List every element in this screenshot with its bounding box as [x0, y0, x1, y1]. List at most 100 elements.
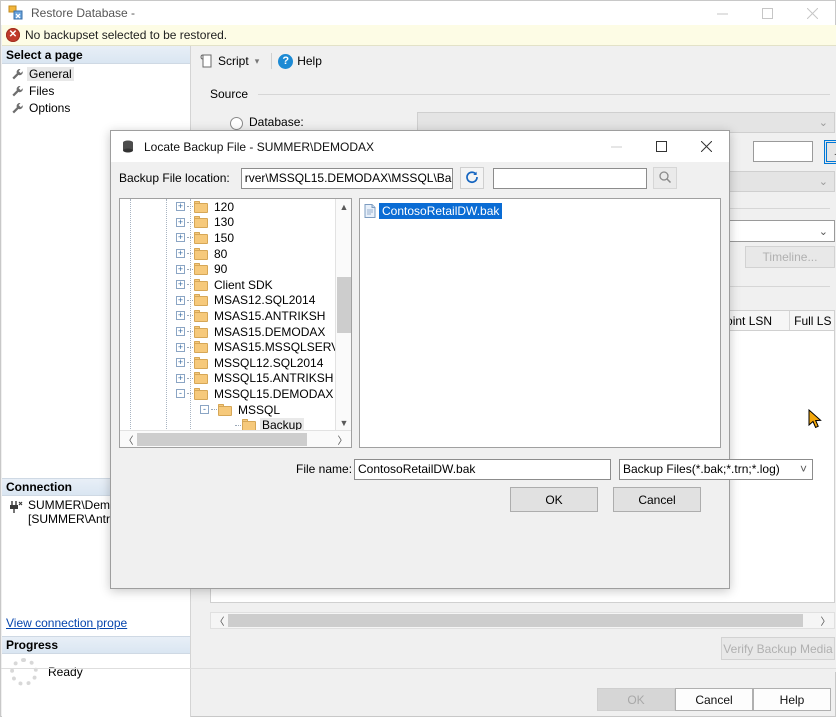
scroll-left-icon[interactable]: 〈	[211, 613, 228, 628]
tree-node-label: MSSQL	[238, 402, 281, 417]
refresh-button[interactable]	[459, 167, 484, 189]
help-button-footer[interactable]: Help	[753, 688, 831, 711]
backup-file-location-label: Backup File location:	[119, 171, 230, 185]
tree-hscrollbar[interactable]: 〈 〉	[120, 430, 351, 447]
database-radio[interactable]	[230, 117, 243, 130]
tree-node[interactable]: + MSSQL12.SQL2014	[120, 355, 336, 371]
file-name-input[interactable]: ContosoRetailDW.bak	[354, 458, 611, 480]
sidebar-item-files[interactable]: Files	[10, 83, 190, 99]
search-input[interactable]	[492, 167, 647, 189]
tree-node[interactable]: + MSAS15.DEMODAX	[120, 324, 336, 340]
folder-icon	[194, 325, 208, 338]
script-icon	[200, 54, 214, 68]
folder-tree-panel[interactable]: +120 +130 +150 +80 +90 + Client SDK + MSAS12.SQL…	[119, 198, 352, 448]
hscroll-thumb[interactable]	[228, 614, 803, 627]
view-connection-properties-link[interactable]: View connection prope	[6, 616, 127, 630]
tree-node[interactable]: +120	[120, 199, 336, 215]
tree-node-label: Client SDK	[214, 277, 273, 292]
expand-icon[interactable]: +	[176, 358, 185, 368]
expand-icon[interactable]: +	[176, 342, 185, 352]
ok-button[interactable]: OK	[597, 688, 675, 711]
tree-node[interactable]: +80	[120, 246, 336, 262]
scroll-left-icon[interactable]: 〈	[120, 431, 137, 447]
verify-backup-media-label: Verify Backup Media	[723, 641, 833, 656]
tree-node-label: MSSQL15.ANTRIKSH	[214, 371, 334, 386]
tree-node[interactable]: - MSSQL15.DEMODAX	[120, 386, 336, 402]
tree-node-label: MSAS15.MSSQLSERVER	[214, 340, 336, 355]
tree-connector	[187, 206, 193, 208]
list-item[interactable]: ContosoRetailDW.bak	[364, 203, 503, 219]
search-button[interactable]	[652, 167, 677, 189]
backup-file-location-row: Backup File location: rver\MSSQL15.DEMOD…	[111, 162, 729, 194]
expand-icon[interactable]: +	[176, 202, 185, 212]
content-toolbar: Script ▾ ? Help	[192, 46, 836, 76]
close-button[interactable]	[790, 1, 835, 25]
file-type-filter-combo[interactable]: Backup Files(*.bak;*.trn;*.log) ˅	[619, 458, 813, 480]
tree-node[interactable]: + MSAS12.SQL2014	[120, 293, 336, 309]
tree-node[interactable]: + MSAS15.MSSQLSERVER	[120, 339, 336, 355]
dialog-cancel-label: Cancel	[638, 492, 676, 507]
tree-node[interactable]: - MSSQL	[120, 402, 336, 418]
folder-tree-scroll-area: +120 +130 +150 +80 +90 + Client SDK + MSAS12.SQL…	[120, 199, 336, 431]
dialog-ok-button[interactable]: OK	[510, 487, 598, 512]
browse-button[interactable]: ...	[824, 140, 836, 164]
tree-node[interactable]: +90	[120, 261, 336, 277]
grid-header-full-lsn[interactable]: Full LS	[790, 311, 834, 330]
device-input[interactable]	[753, 141, 813, 162]
tree-node[interactable]: +130	[120, 215, 336, 231]
expand-icon[interactable]: +	[176, 264, 185, 274]
tree-node[interactable]: + Client SDK	[120, 277, 336, 293]
scroll-right-icon[interactable]: 〉	[334, 431, 351, 447]
tree-vscroll-thumb[interactable]	[337, 277, 351, 333]
tree-hscroll-thumb[interactable]	[137, 432, 307, 446]
backup-file-location-input[interactable]: rver\MSSQL15.DEMODAX\MSSQL\Backup	[240, 167, 453, 189]
expand-icon[interactable]: +	[176, 373, 185, 383]
dialog-cancel-button[interactable]: Cancel	[613, 487, 701, 512]
cancel-button[interactable]: Cancel	[675, 688, 753, 711]
source-group-label: Source	[210, 87, 255, 101]
grid-hscrollbar[interactable]: 〈 〉	[210, 612, 835, 629]
sidebar-item-options[interactable]: Options	[10, 100, 190, 116]
scroll-down-icon[interactable]: ▼	[336, 415, 351, 431]
expand-icon[interactable]: +	[176, 311, 185, 321]
dialog-maximize-button[interactable]	[639, 131, 684, 162]
tree-node[interactable]: Backup	[120, 417, 336, 431]
tree-node[interactable]: + MSSQL15.ANTRIKSH	[120, 371, 336, 387]
scroll-right-icon[interactable]: 〉	[817, 613, 834, 628]
script-button[interactable]: Script ▾	[200, 50, 265, 72]
dialog-minimize-button[interactable]	[594, 131, 639, 162]
page-list: General Files Options	[2, 64, 190, 116]
sidebar-item-general[interactable]: General	[10, 66, 190, 82]
tree-node[interactable]: + MSAS15.ANTRIKSH	[120, 308, 336, 324]
expand-icon[interactable]: +	[176, 249, 185, 259]
tree-vscrollbar[interactable]: ▲ ▼	[335, 199, 351, 431]
expand-icon[interactable]: +	[176, 295, 185, 305]
minimize-button[interactable]	[700, 1, 745, 25]
help-button[interactable]: ? Help	[278, 50, 322, 72]
expand-icon[interactable]: +	[176, 280, 185, 290]
expand-icon[interactable]: +	[176, 233, 185, 243]
expand-icon[interactable]: +	[176, 217, 185, 227]
file-list-panel[interactable]: ContosoRetailDW.bak	[359, 198, 822, 448]
tree-connector	[187, 377, 193, 379]
chevron-down-icon[interactable]: ▾	[255, 56, 260, 67]
collapse-icon[interactable]: -	[176, 389, 185, 399]
tree-connector	[187, 362, 193, 364]
select-a-page-header: Select a page	[2, 46, 190, 64]
tree-connector	[187, 284, 193, 286]
expand-icon[interactable]: +	[176, 327, 185, 337]
collapse-icon[interactable]: -	[200, 405, 209, 415]
ok-button-label: OK	[627, 692, 645, 707]
chevron-down-icon: ⌄	[818, 225, 828, 238]
scroll-up-icon[interactable]: ▲	[336, 199, 351, 215]
connection-icon	[8, 499, 24, 515]
dialog-close-button[interactable]	[684, 131, 729, 162]
tree-connector	[187, 268, 193, 270]
folder-icon	[194, 278, 208, 291]
tree-node[interactable]: +150	[120, 230, 336, 246]
maximize-button[interactable]	[745, 1, 790, 25]
spinner-icon	[10, 658, 38, 686]
tree-node-label: 80	[214, 246, 228, 261]
help-label: Help	[297, 54, 322, 68]
tree-node-label: MSAS15.DEMODAX	[214, 324, 326, 339]
